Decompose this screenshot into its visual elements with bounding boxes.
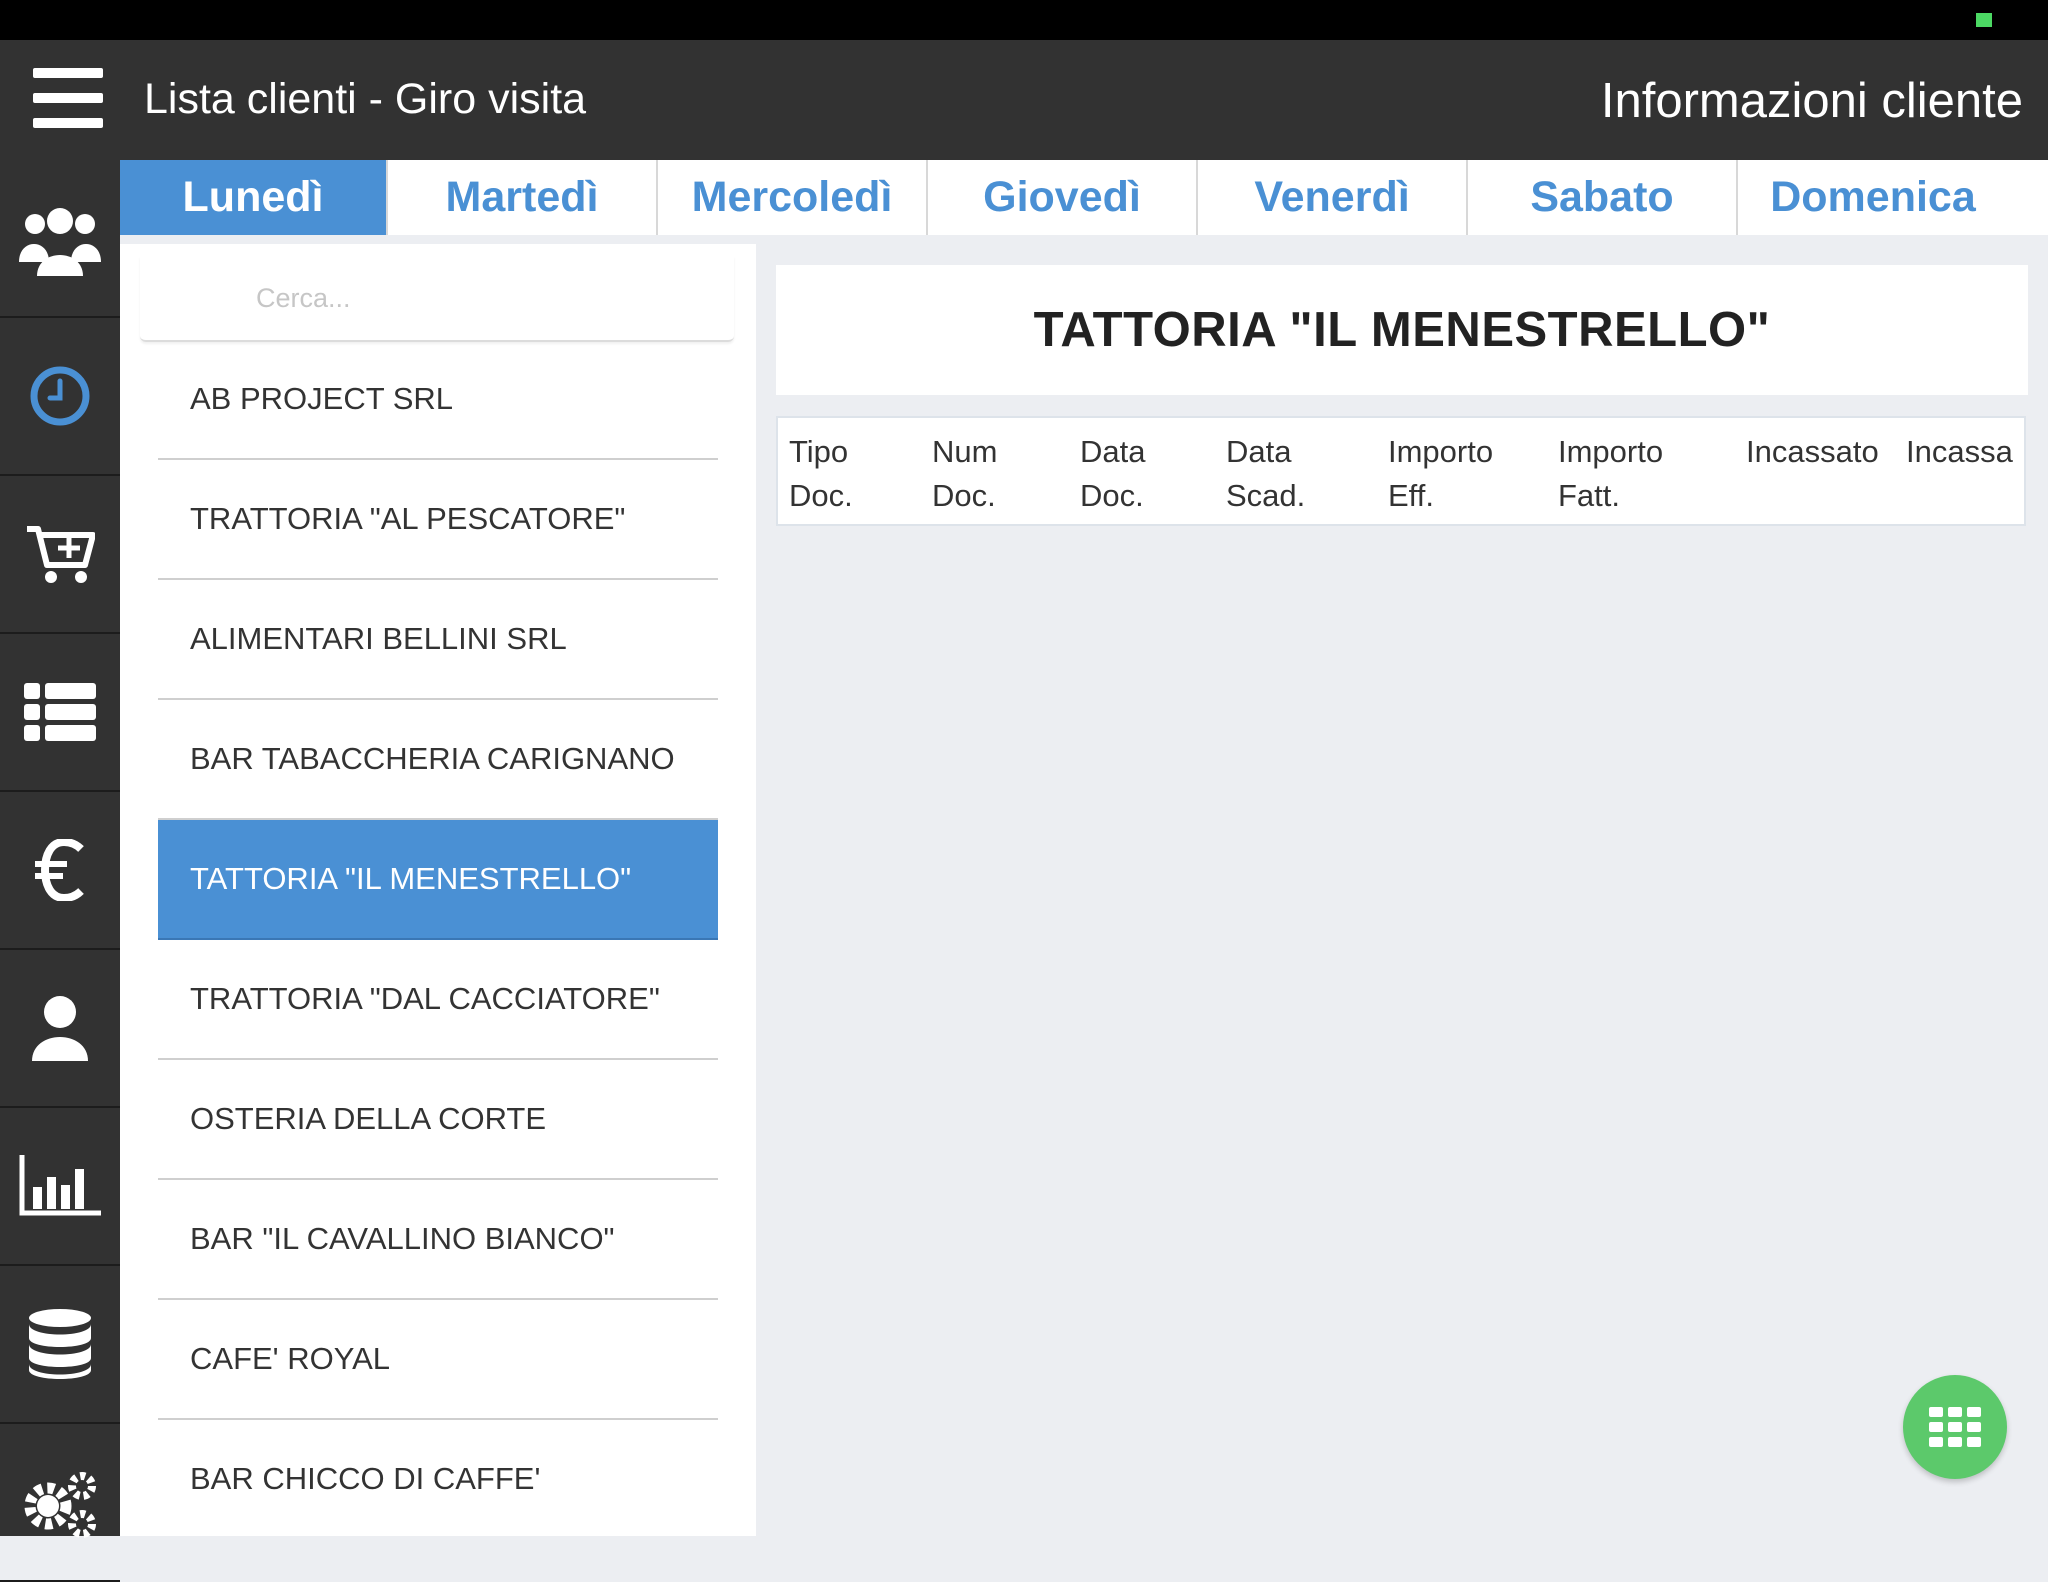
- client-list-item[interactable]: TRATTORIA "AL PESCATORE": [158, 460, 718, 580]
- documents-table: Tipo Doc. Num Doc. Data Doc. Data Scad. Impo…: [776, 416, 2026, 526]
- client-list-item[interactable]: BAR CHICCO DI CAFFE': [158, 1420, 718, 1536]
- client-detail-header: TATTORIA "IL MENESTRELLO": [776, 265, 2028, 395]
- tab-lunedi[interactable]: Lunedì: [120, 160, 388, 235]
- tab-giovedi[interactable]: Giovedì: [928, 160, 1198, 235]
- column-header-incassa[interactable]: Incassa: [1906, 430, 2013, 474]
- tab-martedi[interactable]: Martedì: [388, 160, 658, 235]
- tab-venerdi[interactable]: Venerdì: [1198, 160, 1468, 235]
- battery-indicator: [1976, 13, 1992, 27]
- tab-mercoledi[interactable]: Mercoledì: [658, 160, 928, 235]
- bar-chart-icon: [19, 1155, 101, 1216]
- client-list-panel: AB PROJECT SRL TRATTORIA "AL PESCATORE" …: [120, 244, 756, 1536]
- sidebar-item-giro-visita[interactable]: [0, 318, 120, 476]
- client-list: AB PROJECT SRL TRATTORIA "AL PESCATORE" …: [158, 340, 718, 1536]
- sidebar-item-lista[interactable]: [0, 634, 120, 792]
- client-list-item[interactable]: BAR "IL CAVALLINO BIANCO": [158, 1180, 718, 1300]
- weekday-tabs: Lunedì Martedì Mercoledì Giovedì Venerdì…: [120, 160, 2048, 235]
- client-list-item[interactable]: OSTERIA DELLA CORTE: [158, 1060, 718, 1180]
- menu-icon[interactable]: [33, 68, 103, 128]
- top-bar: Lista clienti - Giro visita Informazioni…: [0, 40, 2048, 160]
- client-list-item[interactable]: AB PROJECT SRL: [158, 340, 718, 460]
- column-header-importo-eff[interactable]: Importo Eff.: [1388, 430, 1493, 518]
- column-header-num-doc[interactable]: Num Doc.: [932, 430, 997, 518]
- cart-add-icon: [27, 526, 95, 583]
- page-title: Lista clienti - Giro visita: [144, 75, 587, 123]
- sidebar-item-nuovo-ordine[interactable]: [0, 476, 120, 634]
- list-icon: [24, 683, 96, 741]
- client-list-item[interactable]: BAR TABACCHERIA CARIGNANO: [158, 700, 718, 820]
- column-header-importo-fatt[interactable]: Importo Fatt.: [1558, 430, 1663, 518]
- group-icon: [19, 208, 101, 276]
- sidebar: [0, 160, 120, 1582]
- column-header-incassato[interactable]: Incassato: [1746, 430, 1879, 474]
- sidebar-item-dati[interactable]: [0, 1266, 120, 1424]
- user-icon: [32, 996, 88, 1061]
- sidebar-item-utente[interactable]: [0, 950, 120, 1108]
- client-list-item[interactable]: TRATTORIA "DAL CACCIATORE": [158, 940, 718, 1060]
- detail-title: Informazioni cliente: [1600, 74, 2023, 128]
- database-icon: [29, 1309, 91, 1379]
- client-list-item-selected[interactable]: TATTORIA "IL MENESTRELLO": [158, 820, 718, 940]
- client-list-item[interactable]: CAFE' ROYAL: [158, 1300, 718, 1420]
- column-header-data-doc[interactable]: Data Doc.: [1080, 430, 1145, 518]
- sidebar-item-statistiche[interactable]: [0, 1108, 120, 1266]
- column-header-data-scad[interactable]: Data Scad.: [1226, 430, 1305, 518]
- client-name: TATTORIA "IL MENESTRELLO": [1033, 303, 1771, 357]
- euro-icon: [35, 839, 84, 901]
- search-input[interactable]: [140, 256, 734, 340]
- sidebar-item-clienti[interactable]: [0, 160, 120, 318]
- search-box: [140, 256, 734, 342]
- column-header-tipo-doc[interactable]: Tipo Doc.: [789, 430, 853, 518]
- clock-icon: [30, 366, 90, 426]
- sidebar-item-incassi[interactable]: [0, 792, 120, 950]
- sidebar-item-impostazioni[interactable]: [0, 1424, 120, 1582]
- client-list-item[interactable]: ALIMENTARI BELLINI SRL: [158, 580, 718, 700]
- gears-icon: [24, 1472, 96, 1538]
- apps-fab-button[interactable]: [1903, 1375, 2007, 1479]
- tab-domenica[interactable]: Domenica: [1738, 160, 2008, 235]
- grid-icon: [1929, 1407, 1981, 1447]
- tab-sabato[interactable]: Sabato: [1468, 160, 1738, 235]
- status-bar: [0, 0, 2048, 40]
